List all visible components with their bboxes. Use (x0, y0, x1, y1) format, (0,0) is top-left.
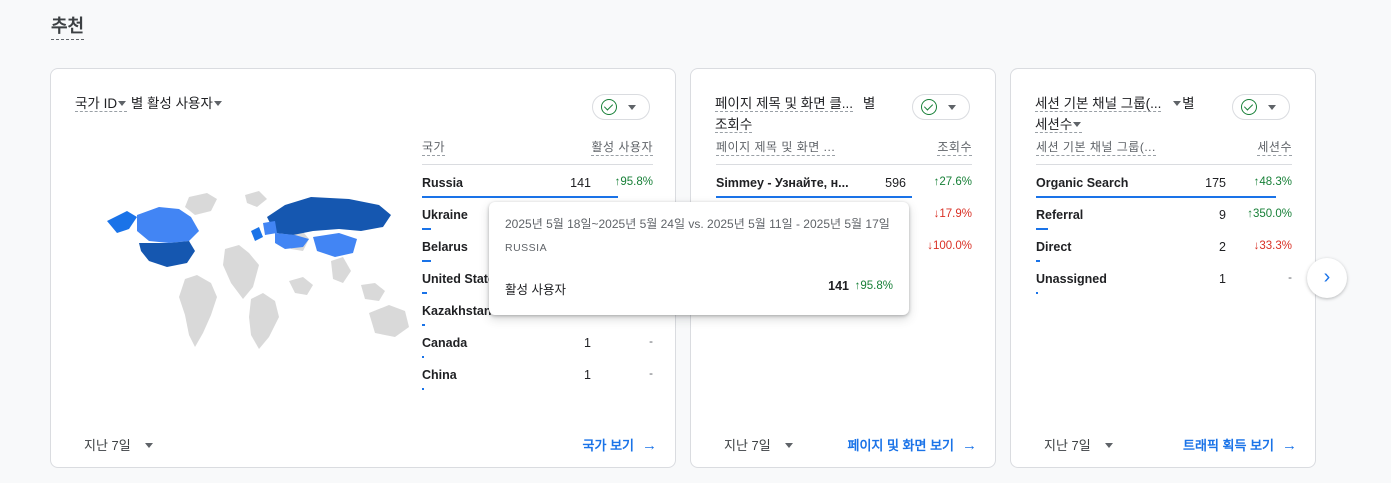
table-row[interactable]: Referral 9 ↑350.0% (1036, 197, 1292, 230)
row-name: Canada (422, 336, 468, 350)
table-row[interactable]: Simmey - Узнайте, н... 596 ↑27.6% (716, 165, 972, 198)
table-row[interactable]: Canada 1 - (422, 325, 653, 358)
row-name: Kazakhstan (422, 304, 492, 318)
check-circle-icon (921, 99, 937, 115)
arrow-right-icon: → (642, 437, 657, 454)
view-pages-link[interactable]: 페이지 및 화면 보기 → (847, 435, 977, 454)
table-row[interactable]: Unassigned 1 - (1036, 261, 1292, 294)
col-header-channel[interactable]: 세션 기본 채널 그룹(... (1036, 139, 1156, 156)
check-circle-icon (1241, 99, 1257, 115)
tooltip-date-range: 2025년 5월 18일~2025년 5월 24일 vs. 2025년 5월 1… (505, 217, 890, 231)
chevron-down-icon (948, 105, 956, 110)
channels-table: 세션 기본 채널 그룹(... 세션수 Organic Search 175 ↑… (1036, 139, 1292, 294)
row-change: ↓100.0% (927, 240, 972, 252)
title-by: 별 (1182, 96, 1195, 111)
chevron-down-icon (144, 443, 153, 449)
metric-caret-icon (1073, 121, 1082, 127)
tooltip-metric: 활성 사용자 (505, 283, 566, 297)
row-value: 1 (1219, 272, 1226, 286)
row-name: Simmey - Узнайте, н... (716, 176, 849, 190)
col-header-views[interactable]: 조회수 (937, 139, 972, 156)
dimension-caret-icon (118, 100, 127, 106)
row-name: Referral (1036, 208, 1084, 222)
table-row[interactable]: China 1 - (422, 357, 653, 390)
compare-toggle[interactable] (592, 94, 650, 120)
card-sessions-channel: 세션 기본 채널 그룹(... 별 세션수 세션 기본 채널 그룹(... 세션… (1010, 68, 1316, 468)
row-value: 596 (885, 176, 906, 190)
tooltip-value: 141 (828, 279, 849, 293)
row-name: Direct (1036, 240, 1072, 254)
chevron-down-icon (784, 443, 793, 449)
row-change: ↑350.0% (1247, 208, 1292, 220)
row-change: ↓17.9% (933, 208, 972, 220)
metric-caret-icon (213, 100, 222, 106)
chevron-down-icon (1268, 105, 1276, 110)
col-header-page-title[interactable]: 페이지 제목 및 화면 ... (716, 139, 836, 156)
title-by: 별 (862, 96, 876, 111)
table-row[interactable]: Russia 141 ↑95.8% (422, 165, 653, 198)
table-row[interactable]: Direct 2 ↓33.3% (1036, 229, 1292, 262)
row-value: 141 (570, 176, 591, 190)
metric-selector[interactable]: 별 활성 사용자 (127, 96, 213, 111)
chevron-down-icon (628, 105, 636, 110)
row-name: China (422, 368, 457, 382)
card-title: 세션 기본 채널 그룹(... 별 세션수 (1035, 93, 1215, 135)
date-range-selector[interactable]: 지난 7일 (724, 435, 794, 454)
row-change: ↑48.3% (1253, 176, 1292, 188)
next-cards-button[interactable]: › (1307, 258, 1347, 298)
dimension-caret-icon (1173, 100, 1182, 106)
row-change: - (649, 336, 653, 348)
col-header-active-users[interactable]: 활성 사용자 (591, 139, 653, 156)
compare-toggle[interactable] (912, 94, 970, 120)
row-name: Organic Search (1036, 176, 1129, 190)
arrow-right-icon: → (1282, 437, 1297, 454)
share-bar (1036, 292, 1038, 294)
row-change: - (649, 368, 653, 380)
card-title: 국가 ID 별 활성 사용자 (75, 93, 223, 114)
date-range-selector[interactable]: 지난 7일 (1044, 435, 1114, 454)
row-change: ↑95.8% (614, 176, 653, 188)
dimension-selector[interactable]: 페이지 제목 및 화면 클... (715, 96, 854, 112)
tooltip-country: RUSSIA (505, 242, 548, 254)
row-change: - (1288, 272, 1292, 284)
map-tooltip: 2025년 5월 18일~2025년 5월 24일 vs. 2025년 5월 1… (489, 202, 909, 315)
row-value: 1 (584, 336, 591, 350)
col-header-country[interactable]: 국가 (422, 139, 446, 156)
tooltip-change: ↑95.8% (854, 280, 893, 292)
row-name: Ukraine (422, 208, 468, 222)
col-header-sessions[interactable]: 세션수 (1257, 139, 1292, 156)
view-countries-link[interactable]: 국가 보기 → (583, 435, 657, 454)
view-traffic-acquisition-link[interactable]: 트래픽 획득 보기 → (1183, 435, 1297, 454)
row-value: 2 (1219, 240, 1226, 254)
dimension-selector[interactable]: 세션 기본 채널 그룹(... (1035, 96, 1162, 112)
section-title: 추천 (51, 12, 85, 40)
world-map[interactable] (99, 187, 419, 367)
row-value: 175 (1205, 176, 1226, 190)
row-change: ↓33.3% (1253, 240, 1292, 252)
table-row[interactable]: Organic Search 175 ↑48.3% (1036, 165, 1292, 198)
row-name: Unassigned (1036, 272, 1107, 286)
row-change: ↑27.6% (933, 176, 972, 188)
arrow-right-icon: → (962, 437, 977, 454)
row-value: 1 (584, 368, 591, 382)
compare-toggle[interactable] (1232, 94, 1290, 120)
chevron-down-icon (1104, 443, 1113, 449)
card-title: 페이지 제목 및 화면 클... 별 조회수 (715, 93, 895, 135)
row-value: 9 (1219, 208, 1226, 222)
date-range-selector[interactable]: 지난 7일 (84, 435, 154, 454)
check-circle-icon (601, 99, 617, 115)
chevron-right-icon: › (1323, 266, 1331, 288)
metric-selector[interactable]: 세션수 (1035, 117, 1083, 133)
dimension-selector[interactable]: 국가 ID (75, 96, 128, 112)
metric-selector[interactable]: 조회수 (715, 117, 753, 133)
row-name: Belarus (422, 240, 468, 254)
share-bar (422, 388, 424, 390)
row-name: Russia (422, 176, 463, 190)
